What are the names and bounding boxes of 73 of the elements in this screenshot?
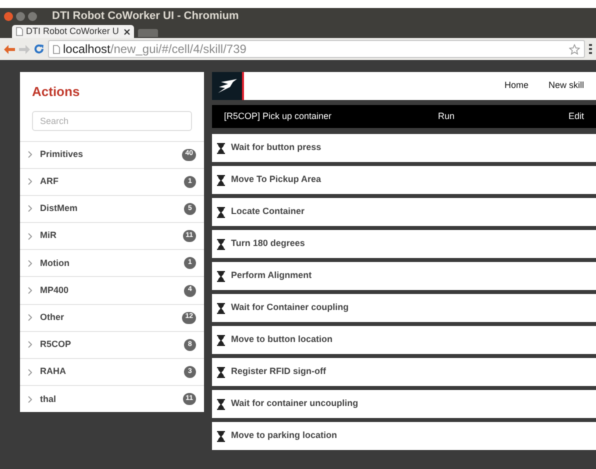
hourglass-icon xyxy=(217,430,225,442)
close-tab-icon[interactable] xyxy=(124,28,130,34)
step-label: Register RFID sign-off xyxy=(231,365,326,378)
panel-title: Actions xyxy=(32,83,81,101)
hourglass-icon xyxy=(217,270,225,282)
run-link[interactable]: Run xyxy=(438,110,455,124)
step-row[interactable]: Wait for Container coupling xyxy=(212,294,596,322)
address-field[interactable]: localhost/new_gui/#/cell/4/skill/739 xyxy=(48,40,585,58)
hourglass-icon xyxy=(217,398,225,410)
category-label: thal xyxy=(40,392,56,406)
chevron-icon xyxy=(28,287,32,294)
nav-link[interactable]: New skill xyxy=(548,79,584,93)
category-label: MiR xyxy=(40,229,56,242)
step-row[interactable]: Wait for button press xyxy=(212,134,596,162)
chevron-icon xyxy=(28,178,32,186)
step-label: Move To Pickup Area xyxy=(231,173,322,186)
step-label: Move to button location xyxy=(231,333,332,346)
category-label: DistMem xyxy=(40,202,78,216)
step-label: Wait for Container coupling xyxy=(231,301,349,314)
hourglass-icon xyxy=(217,174,225,186)
step-row[interactable]: Move To Pickup Area xyxy=(212,166,596,194)
step-row[interactable]: Turn 180 degrees xyxy=(212,230,596,258)
chevron-icon xyxy=(28,368,32,376)
hourglass-icon xyxy=(217,302,225,314)
category-label: RAHA xyxy=(40,365,66,378)
hourglass-icon xyxy=(217,142,225,154)
star-icon[interactable] xyxy=(569,44,580,54)
category-label: Motion xyxy=(40,256,70,270)
step-row[interactable]: Move to button location xyxy=(212,326,596,354)
step-label: Wait for container uncoupling xyxy=(231,397,358,410)
step-label: Wait for button press xyxy=(231,141,322,154)
hourglass-icon xyxy=(217,238,225,250)
page-icon xyxy=(53,44,60,54)
hourglass-icon xyxy=(217,334,225,346)
hourglass-icon xyxy=(217,206,225,218)
step-row[interactable]: Wait for container uncoupling xyxy=(212,390,596,418)
hourglass-icon xyxy=(217,366,225,378)
menu-icon[interactable] xyxy=(589,44,592,54)
chevron-icon xyxy=(28,151,32,158)
step-label: Perform Alignment xyxy=(231,269,312,282)
chevron-icon xyxy=(28,260,32,267)
step-row[interactable]: Perform Alignment xyxy=(212,262,596,290)
forward-icon[interactable] xyxy=(19,44,30,54)
step-row[interactable]: Move to parking location xyxy=(212,422,596,450)
chevron-icon xyxy=(28,205,32,212)
browser-tab[interactable]: DTI Robot CoWorker U xyxy=(12,25,134,38)
maximize-icon[interactable] xyxy=(28,12,37,20)
chevron-icon xyxy=(28,341,32,348)
chevron-icon xyxy=(28,314,32,322)
category-label: Other xyxy=(40,310,64,324)
step-row[interactable]: Locate Container xyxy=(212,198,596,226)
category-label: ARF xyxy=(40,175,58,188)
minimize-icon[interactable] xyxy=(16,12,25,20)
page-icon xyxy=(16,27,23,36)
category-label: MP400 xyxy=(40,284,69,297)
chevron-icon xyxy=(28,396,32,403)
category-label: R5COP xyxy=(40,338,72,352)
chevron-icon xyxy=(28,232,32,240)
search-field[interactable]: Search xyxy=(32,110,192,130)
step-label: Locate Container xyxy=(231,205,305,218)
tab-label: DTI Robot CoWorker U xyxy=(26,24,119,38)
url-text: localhost/new_gui/#/cell/4/skill/739 xyxy=(63,41,246,58)
step-label: Turn 180 degrees xyxy=(231,237,305,250)
reload-icon[interactable] xyxy=(34,44,44,54)
close-icon[interactable] xyxy=(4,12,13,20)
back-icon[interactable] xyxy=(4,44,15,54)
step-label: Move to parking location xyxy=(231,429,338,442)
category-label: Primitives xyxy=(40,148,84,161)
edit-link[interactable]: Edit xyxy=(568,110,584,124)
skill-title: [R5COP] Pick up container xyxy=(224,110,333,123)
window-title: DTI Robot CoWorker UI - Chromium xyxy=(52,8,239,24)
nav-link[interactable]: Home xyxy=(504,79,528,93)
step-row[interactable]: Register RFID sign-off xyxy=(212,358,596,386)
